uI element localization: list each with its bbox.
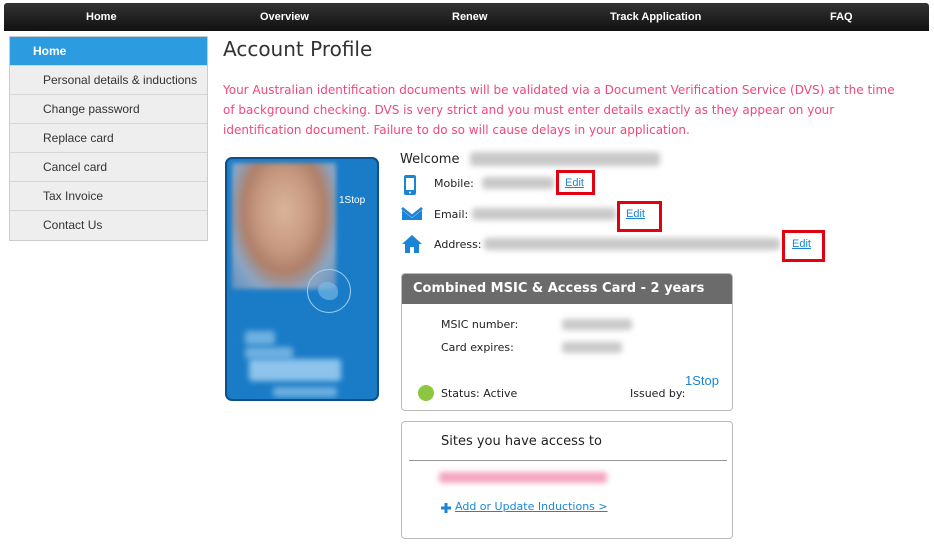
divider [409,460,727,461]
nav-track-application[interactable]: Track Application [610,3,701,31]
sidebar-item-home[interactable]: Home [10,37,207,66]
card-name-redacted-2 [245,347,293,359]
status-active-icon [418,385,434,401]
page-title: Account Profile [223,37,373,61]
address-value-redacted [484,238,780,250]
sites-title: Sites you have access to [441,434,602,449]
email-label: Email: [434,208,469,221]
sidebar-item-cancel-card[interactable]: Cancel card [10,153,207,182]
email-value-redacted [472,208,616,220]
dvs-warning-text: Your Australian identification documents… [223,83,895,137]
card-expires-redacted [562,342,622,353]
edit-email-link[interactable]: Edit [626,208,645,220]
user-name-redacted [470,152,660,166]
welcome-text: Welcome [400,152,460,167]
msic-number-label: MSIC number: [441,318,519,331]
sidebar-item-replace-card[interactable]: Replace card [10,124,207,153]
sites-panel: Sites you have access to Add or Update I… [401,421,733,539]
status-text: Status: Active [441,387,518,400]
email-icon [401,207,423,220]
plus-icon[interactable] [441,503,451,513]
card-type-heading: Combined MSIC & Access Card - 2 years [402,274,732,304]
home-address-icon [402,235,422,253]
nav-faq[interactable]: FAQ [830,3,853,31]
sidebar-item-change-password[interactable]: Change password [10,95,207,124]
id-card-image: 1Stop [225,157,379,401]
edit-address-link[interactable]: Edit [792,238,811,250]
card-number-redacted [273,387,337,397]
card-expires-label: Card expires: [441,341,514,354]
mobile-label: Mobile: [434,177,474,190]
card-info-panel: Combined MSIC & Access Card - 2 years MS… [401,273,733,411]
msic-number-redacted [562,319,632,330]
mobile-phone-icon [404,175,416,195]
address-label: Address: [434,238,482,251]
mobile-value-redacted [482,177,554,189]
card-name-redacted [245,331,275,345]
site-name-redacted [439,472,607,483]
card-logo: 1Stop [339,195,366,206]
sidebar-item-tax-invoice[interactable]: Tax Invoice [10,182,207,211]
edit-mobile-link[interactable]: Edit [565,177,584,189]
sidebar-item-contact-us[interactable]: Contact Us [10,211,207,240]
nav-overview[interactable]: Overview [260,3,309,31]
sidebar: Home Personal details & inductions Chang… [9,36,208,241]
issued-by-label: Issued by: [630,387,686,400]
top-nav: Home Overview Renew Track Application FA… [4,3,929,31]
nav-home[interactable]: Home [86,3,117,31]
nav-renew[interactable]: Renew [452,3,487,31]
sidebar-item-personal-details[interactable]: Personal details & inductions [10,66,207,95]
card-expiry-redacted [249,359,341,381]
globe-icon [307,269,351,313]
add-update-inductions-link[interactable]: Add or Update Inductions > [455,500,608,513]
page: Home Overview Renew Track Application FA… [0,0,934,547]
issuer-logo: 1Stop [685,373,719,388]
